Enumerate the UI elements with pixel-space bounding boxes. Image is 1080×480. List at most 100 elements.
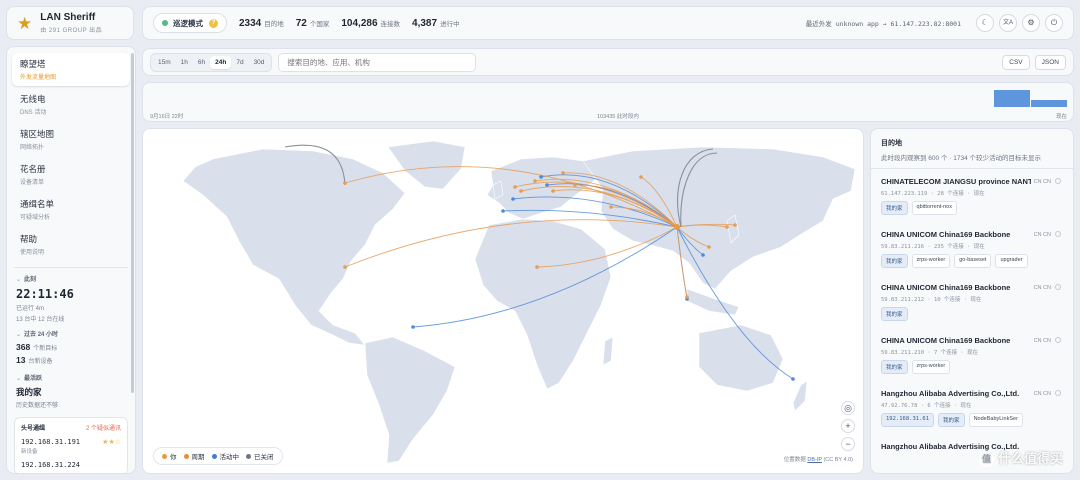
stat-value: 72 bbox=[295, 17, 307, 29]
tag-chip[interactable]: zrps-worker bbox=[911, 360, 951, 374]
destination-point[interactable] bbox=[733, 223, 737, 227]
tag-chip[interactable]: 我的家 bbox=[938, 413, 965, 427]
tag-chip[interactable]: 我的家 bbox=[881, 254, 908, 268]
tag-chip[interactable]: zrps-worker bbox=[911, 254, 951, 268]
destination-point[interactable] bbox=[519, 189, 523, 193]
online-count: 13 台中 12 台在线 bbox=[16, 317, 65, 323]
sidebar-item-roster[interactable]: 花名册 设备清单 bbox=[12, 158, 130, 191]
power-icon[interactable]: ⏻ bbox=[1045, 14, 1063, 32]
destination-point[interactable] bbox=[707, 245, 711, 249]
destination-meta: 47.92.76.78 · 6 个连接 · 现在 bbox=[881, 403, 972, 409]
destination-point[interactable] bbox=[561, 171, 565, 175]
destination-point[interactable] bbox=[685, 295, 689, 299]
timeline-bar bbox=[1031, 100, 1067, 107]
settings-gear-icon[interactable]: ⚙ bbox=[1022, 14, 1040, 32]
landmass-africa bbox=[474, 218, 612, 390]
nav-sub: DNS 活动 bbox=[20, 110, 47, 116]
new-targets-label: 个新目标 bbox=[33, 346, 58, 352]
host-row[interactable]: 192.168.31.224 bbox=[21, 461, 121, 469]
tag-chip[interactable]: 我的家 bbox=[881, 307, 908, 321]
sidebar-item-help[interactable]: 帮助 使用说明 bbox=[12, 228, 130, 261]
divider bbox=[14, 267, 128, 268]
timeline-histogram[interactable]: 9月16日 22时 103435 此时段内 现在 bbox=[142, 82, 1074, 122]
home-location-point[interactable] bbox=[674, 224, 680, 230]
sidebar-item-watchtower[interactable]: 瞭望塔 外发流量地图 bbox=[12, 53, 130, 86]
range-7d[interactable]: 7d bbox=[231, 56, 248, 69]
legend-label: 周期 bbox=[191, 454, 205, 461]
tag-chip[interactable]: 我的家 bbox=[881, 360, 908, 374]
zoom-out-button[interactable]: − bbox=[841, 437, 855, 451]
destination-point[interactable] bbox=[725, 225, 729, 229]
export-csv-button[interactable]: CSV bbox=[1002, 54, 1030, 70]
legend-item-periodic[interactable]: 周期 bbox=[183, 451, 205, 461]
destination-point[interactable] bbox=[639, 175, 643, 179]
zoom-in-button[interactable]: + bbox=[841, 419, 855, 433]
help-icon[interactable]: ? bbox=[209, 18, 218, 28]
world-map[interactable]: ◎ + − 你 周期 活动中 已关闭 位置数据 DB-IP (CC BY 4.0… bbox=[142, 128, 864, 474]
destination-point[interactable] bbox=[511, 197, 515, 201]
range-1h[interactable]: 1h bbox=[176, 56, 193, 69]
legend-item-active[interactable]: 活动中 bbox=[211, 451, 239, 461]
destination-point[interactable] bbox=[411, 325, 415, 329]
sidebar-item-topology[interactable]: 辖区地图 网络拓扑 bbox=[12, 123, 130, 156]
legend-item-you[interactable]: 你 bbox=[162, 451, 177, 461]
destination-item[interactable]: CHINA UNICOM China169 Backbone 59.83.211.… bbox=[871, 328, 1073, 381]
destination-point[interactable] bbox=[701, 253, 705, 257]
destination-item[interactable]: CHINA UNICOM China169 Backbone 59.83.211.… bbox=[871, 222, 1073, 275]
map-canvas[interactable] bbox=[143, 129, 864, 474]
destination-item[interactable]: Hangzhou Alibaba Advertising Co.,Ltd. 47.… bbox=[871, 381, 1073, 434]
destination-point[interactable] bbox=[791, 377, 795, 381]
tag-chip[interactable]: upgrader bbox=[995, 254, 1028, 268]
destination-point[interactable] bbox=[551, 189, 555, 193]
tag-chip[interactable]: NodeBabyLinkSer bbox=[968, 413, 1023, 427]
sidebar-item-radio[interactable]: 无线电 DNS 活动 bbox=[12, 88, 130, 121]
destination-point[interactable] bbox=[501, 209, 505, 213]
destination-item[interactable]: CHINA UNICOM China169 Backbone 59.83.211.… bbox=[871, 275, 1073, 328]
dark-mode-icon[interactable]: ☾ bbox=[976, 14, 994, 32]
destination-point[interactable] bbox=[573, 183, 577, 187]
destination-meta: 59.83.211.210 · 7 个连接 · 现在 bbox=[881, 350, 979, 356]
tag-chip[interactable]: qbittorrent-nox bbox=[911, 201, 957, 215]
destination-point[interactable] bbox=[343, 265, 347, 269]
attribution-link[interactable]: DB-IP bbox=[807, 457, 822, 463]
destination-point[interactable] bbox=[609, 205, 613, 209]
info-icon[interactable] bbox=[1055, 178, 1061, 184]
destination-point[interactable] bbox=[535, 265, 539, 269]
destination-point[interactable] bbox=[533, 179, 537, 183]
range-6h[interactable]: 6h bbox=[193, 56, 210, 69]
info-icon[interactable] bbox=[1055, 284, 1061, 290]
info-icon[interactable] bbox=[1055, 337, 1061, 343]
recenter-icon[interactable]: ◎ bbox=[841, 401, 855, 415]
sidebar-scrollbar[interactable] bbox=[131, 53, 134, 393]
export-json-button[interactable]: JSON bbox=[1034, 54, 1066, 70]
new-devices-label: 台新设备 bbox=[28, 359, 53, 365]
section-past-24h[interactable]: ⌄ 过去 24 小时 bbox=[16, 329, 126, 338]
sidebar-item-wanted[interactable]: 通缉名单 可疑域分析 bbox=[12, 193, 130, 226]
wanted-hosts-card: 头号通缉 2 个疑似通讯 192.168.31.191 新设备 ★★☆ 192.1… bbox=[14, 417, 128, 473]
range-24h[interactable]: 24h bbox=[210, 55, 232, 69]
landmass-south-america bbox=[364, 336, 456, 464]
range-15m[interactable]: 15m bbox=[153, 56, 176, 69]
destination-point[interactable] bbox=[513, 185, 517, 189]
range-30d[interactable]: 30d bbox=[249, 56, 270, 69]
search-input[interactable] bbox=[278, 52, 477, 72]
destination-point[interactable] bbox=[343, 181, 347, 185]
destination-point[interactable] bbox=[545, 183, 549, 187]
info-icon[interactable] bbox=[1055, 231, 1061, 237]
tag-chip[interactable]: go-baseset bbox=[954, 254, 992, 268]
host-row[interactable]: 192.168.31.191 新设备 ★★☆ bbox=[21, 438, 121, 455]
section-most-active[interactable]: ⌄ 最活跃 bbox=[16, 373, 126, 382]
mode-pill[interactable]: 巡逻模式 ? bbox=[153, 13, 227, 33]
language-icon[interactable]: 文A bbox=[999, 14, 1017, 32]
tag-chip[interactable]: 192.168.31.61 bbox=[881, 413, 935, 427]
destination-point[interactable] bbox=[539, 175, 543, 179]
legend-item-closed[interactable]: 已关闭 bbox=[246, 451, 274, 461]
tag-chip[interactable]: 我的家 bbox=[881, 201, 908, 215]
new-targets-value: 368 bbox=[16, 342, 31, 352]
destination-item[interactable]: CHINATELECOM JIANGSU province NANTONG 61.… bbox=[871, 169, 1073, 222]
land-layer bbox=[182, 140, 856, 464]
destination-tags: 192.168.31.61 我的家 NodeBabyLinkSer bbox=[881, 413, 1063, 430]
section-now[interactable]: ⌄ 此刻 bbox=[16, 274, 126, 283]
legend-label: 你 bbox=[170, 454, 177, 461]
info-icon[interactable] bbox=[1055, 390, 1061, 396]
